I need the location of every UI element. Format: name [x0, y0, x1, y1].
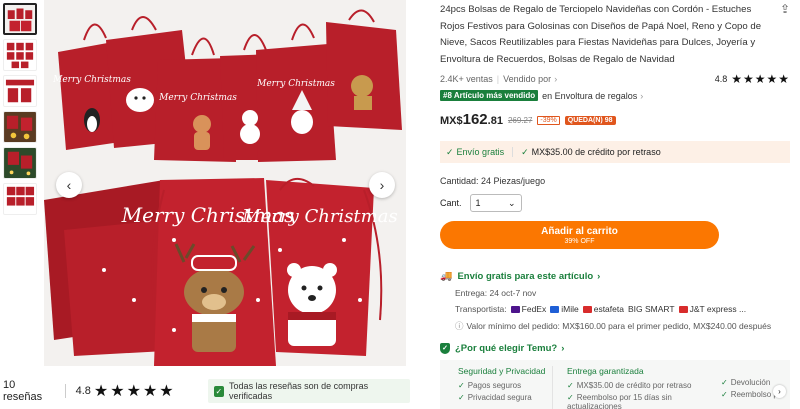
bag-text-5: Merry Christmas [256, 79, 335, 89]
carriers-row: Transportista: FedEx iMile estafeta BIG … [455, 304, 790, 314]
truck-icon: 🚚 [440, 271, 453, 282]
chevron-right-icon: › [640, 90, 644, 101]
check-icon: ✓ [721, 378, 728, 387]
carrier-estafeta: estafeta [582, 304, 624, 314]
carrier-bigsmart: BIG SMART [627, 304, 675, 314]
quantity-row: Cant. 1 ⌄ [440, 194, 790, 212]
carrier-fedex: FedEx [510, 304, 546, 314]
quantity-info: Cantidad: 24 Piezas/juego [440, 176, 546, 186]
delay-credit-label: MX$35.00 de crédito por retraso [531, 147, 661, 157]
check-icon: ✓ [458, 381, 465, 390]
reviews-bar: 10 reseñas 4.8 ★★★★★ ✓ Todas las reseñas… [0, 379, 410, 403]
thumbnail[interactable] [3, 75, 37, 107]
sales-count: 2.4K+ ventas [440, 74, 493, 84]
add-to-cart-label: Añadir al carrito [541, 225, 618, 237]
thumbnail[interactable] [3, 3, 37, 35]
quantity-label: Cant. [440, 198, 462, 208]
price-row: MX$162.81 269.27 -39% QUEDA(N) 98 [440, 111, 790, 129]
verified-reviews-text: Todas las reseñas son de compras verific… [229, 381, 369, 401]
rating-value: 4.8 [75, 385, 91, 397]
thumbnail[interactable] [3, 183, 37, 215]
delivery-date: Entrega: 24 oct-7 nov [455, 288, 537, 298]
best-seller-row: #8 Artículo más vendido en Envoltura de … [440, 90, 790, 101]
meta-row: 2.4K+ ventas | Vendido por › 4.8 ★★★★★ [440, 72, 790, 86]
carriers-label: Transportista: [455, 304, 507, 314]
check-icon: ✓ [446, 146, 454, 157]
free-shipping-label: Envío gratis [456, 147, 505, 157]
check-icon: ✓ [721, 390, 728, 399]
guarantee-next-button[interactable]: › [773, 385, 786, 398]
thumbnail[interactable] [3, 147, 37, 179]
carrier-imile: iMile [550, 304, 579, 314]
check-icon: ✓ [521, 146, 529, 157]
current-price: MX$162.81 [440, 111, 503, 128]
guarantee-col-delivery: Entrega garantizada ✓ MX$35.00 de crédito… [567, 366, 692, 409]
carrier-jt: J&T express ... [678, 304, 746, 314]
info-icon: ⓘ [455, 321, 464, 331]
chevron-right-icon: › [778, 387, 781, 396]
check-icon: ✓ [567, 381, 574, 390]
verified-reviews-badge: ✓ Todas las reseñas son de compras verif… [207, 379, 410, 403]
bag-text-4: Merry Christmas [158, 93, 237, 103]
free-shipping-link[interactable]: 🚚 Envío gratis para este artículo › [440, 271, 790, 282]
discount-badge: -39% [537, 115, 560, 125]
divider [64, 384, 66, 398]
min-order-text: Valor mínimo del pedido: MX$160.00 para … [466, 321, 772, 331]
chevron-left-icon: ‹ [66, 177, 72, 193]
shield-check-icon: ✓ [213, 385, 225, 397]
gallery-next-button[interactable]: › [369, 172, 395, 198]
add-to-cart-discount: 39% OFF [564, 237, 595, 245]
min-order-row: ⓘ Valor mínimo del pedido: MX$160.00 par… [455, 320, 790, 332]
check-icon: ✓ [458, 393, 465, 402]
bag-text-3: Merry Christmas [52, 75, 131, 85]
chevron-down-icon: ⌄ [507, 197, 516, 208]
guarantee-col-security: Seguridad y Privacidad ✓ Pagos seguros ✓ P… [458, 366, 546, 402]
chevron-right-icon: › [379, 177, 385, 193]
product-rating-value: 4.8 [714, 74, 728, 84]
add-to-cart-button[interactable]: Añadir al carrito 39% OFF [440, 221, 719, 249]
thumbnail-strip [0, 0, 40, 230]
guarantee-col-returns: ✓ Devolución ✓ Reembolso por [721, 378, 785, 399]
star-rating-icon: ★★★★★ [731, 72, 790, 86]
quantity-select[interactable]: 1 ⌄ [469, 194, 522, 212]
product-main-image: Merry Christmas Merry Christmas Merry Ch… [44, 0, 406, 366]
quantity-value: 1 [475, 198, 481, 208]
chevron-right-icon: › [597, 271, 601, 282]
why-temu-link[interactable]: ✓ ¿Por qué elegir Temu? › [440, 343, 790, 354]
product-info: 24pcs Bolsas de Regalo de Terciopelo Nav… [440, 0, 790, 409]
thumbnail[interactable] [3, 39, 37, 71]
share-icon[interactable]: ⇪ [780, 2, 790, 16]
best-seller-category[interactable]: en Envoltura de regalos [542, 91, 637, 101]
best-seller-badge: #8 Artículo más vendido [440, 90, 539, 101]
reviews-count[interactable]: 10 reseñas [3, 379, 55, 403]
product-title: 24pcs Bolsas de Regalo de Terciopelo Nav… [440, 4, 762, 65]
guarantee-box: Seguridad y Privacidad ✓ Pagos seguros ✓ P… [440, 360, 790, 409]
star-rating-icon: ★★★★★ [93, 383, 176, 400]
stock-left-badge: QUEDA(N) 98 [564, 115, 616, 125]
bag-text-2: Merry Christmas [241, 206, 397, 227]
gallery-prev-button[interactable]: ‹ [56, 172, 82, 198]
check-icon: ✓ [567, 393, 574, 402]
thumbnail[interactable] [3, 111, 37, 143]
original-price: 269.27 [507, 115, 533, 125]
shield-check-icon: ✓ [440, 343, 450, 354]
shipping-summary: ✓ Envío gratis ✓ MX$35.00 de crédito por… [440, 141, 790, 163]
chevron-right-icon: › [561, 343, 565, 354]
sold-by[interactable]: Vendido por [503, 74, 551, 84]
product-rating[interactable]: 4.8 ★★★★★ [715, 72, 790, 86]
chevron-right-icon: › [554, 74, 558, 84]
